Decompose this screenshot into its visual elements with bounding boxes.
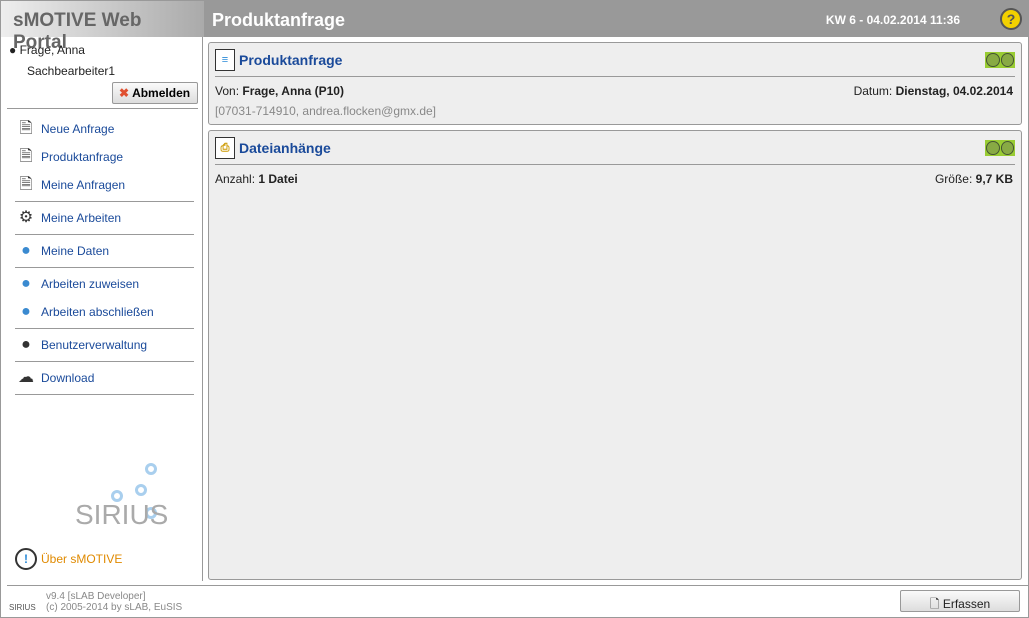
- divider: [7, 108, 198, 109]
- user-icon: ●: [9, 43, 20, 57]
- panel-produktanfrage: ≡ Produktanfrage Von: Frage, Anna (P10) D…: [208, 42, 1022, 125]
- close-icon: ✖: [119, 86, 130, 100]
- status-indicator: [985, 140, 1015, 156]
- user-role: Sachbearbeiter1: [27, 64, 116, 78]
- list-document-icon: 🗎: [19, 148, 33, 165]
- menu-meine-anfragen[interactable]: 🗎 Meine Anfragen: [15, 173, 126, 197]
- divider: [15, 361, 194, 362]
- version-info: v9.4 [sLAB Developer] (c) 2005-2014 by sL…: [46, 591, 183, 613]
- menu-download[interactable]: ☁ Download: [15, 366, 94, 390]
- logout-button[interactable]: ✖ Abmelden: [112, 82, 198, 104]
- panel-title: Dateianhänge: [239, 140, 331, 156]
- menu-meine-arbeiten[interactable]: ⚙ Meine Arbeiten: [15, 206, 121, 230]
- status-indicator: [985, 52, 1015, 68]
- document-icon: 🗋: [929, 597, 943, 611]
- menu-meine-daten[interactable]: ● Meine Daten: [15, 239, 109, 263]
- header-bar: Produktanfrage KW 6 - 04.02.2014 11:36 ?: [204, 1, 1028, 37]
- worker-done-icon: ●: [21, 303, 31, 320]
- attachment-icon: ⎙: [215, 137, 235, 159]
- menu-arbeiten-abschliessen[interactable]: ● Arbeiten abschließen: [15, 300, 154, 324]
- divider: [15, 234, 194, 235]
- info-icon: !: [15, 548, 37, 570]
- divider: [15, 201, 194, 202]
- divider: [215, 76, 1015, 77]
- person-icon: ●: [21, 242, 31, 259]
- panel-title: Produktanfrage: [239, 52, 343, 68]
- new-document-icon: 🗎: [19, 120, 33, 137]
- contact-info: [07031-714910, andrea.flocken@gmx.de]: [215, 104, 436, 118]
- sirius-small-logo: SIRIUS: [9, 603, 36, 612]
- users-icon: ●: [21, 336, 31, 353]
- count-field: Anzahl: 1 Datei: [215, 172, 298, 186]
- user-name: ● Frage, Anna: [9, 43, 85, 57]
- size-field: Größe: 9,7 KB: [934, 172, 1013, 186]
- divider: [15, 267, 194, 268]
- panel-dateianhaenge: ⎙ Dateianhänge Anzahl: 1 Datei Größe: 9,7…: [208, 130, 1022, 580]
- date-field: Datum: Dienstag, 04.02.2014: [853, 84, 1013, 98]
- divider: [215, 164, 1015, 165]
- help-icon[interactable]: ?: [1000, 8, 1022, 30]
- menu-produktanfrage[interactable]: 🗎 Produktanfrage: [15, 145, 124, 169]
- week-date: KW 6 - 04.02.2014 11:36: [825, 13, 960, 27]
- erfassen-button[interactable]: 🗋 Erfassen: [900, 590, 1020, 612]
- cloud-download-icon: ☁: [18, 369, 34, 386]
- footer-divider: [7, 585, 1028, 586]
- divider: [15, 394, 194, 395]
- menu-benutzerverwaltung[interactable]: ● Benutzerverwaltung: [15, 333, 147, 357]
- app-title: sMOTIVE Web Portal: [1, 1, 204, 53]
- worker-icon: ●: [21, 275, 31, 292]
- divider: [15, 328, 194, 329]
- gears-icon: ⚙: [18, 209, 34, 226]
- document-icon: ≡: [215, 49, 235, 71]
- menu-arbeiten-zuweisen[interactable]: ● Arbeiten zuweisen: [15, 272, 139, 296]
- from-field: Von: Frage, Anna (P10): [215, 84, 344, 98]
- about-link[interactable]: ! Über sMOTIVE: [15, 548, 122, 570]
- menu-neue-anfrage[interactable]: 🗎 Neue Anfrage: [15, 117, 115, 141]
- document-gear-icon: 🗎: [19, 176, 33, 193]
- sidebar: ● Frage, Anna Sachbearbeiter1 ✖ Abmelden …: [1, 37, 203, 581]
- page-title: Produktanfrage: [212, 10, 346, 30]
